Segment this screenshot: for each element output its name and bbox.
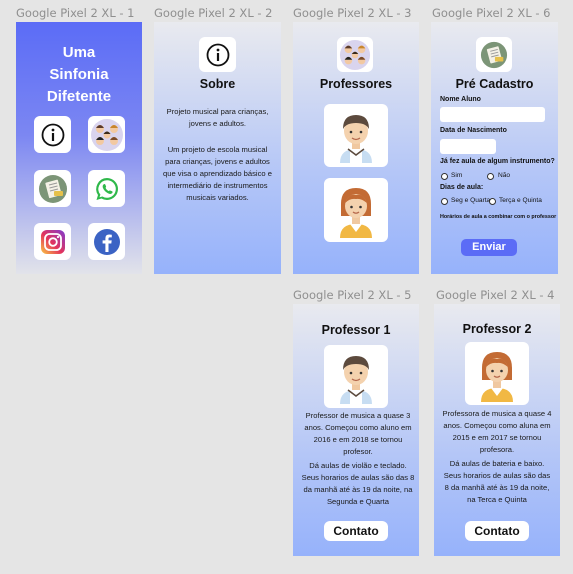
- artboard-label-3: Google Pixel 2 XL - 3: [293, 6, 412, 20]
- info-icon: [41, 123, 64, 146]
- teacher-2-screen: Professor 2 Professora de musica a quase…: [434, 304, 560, 556]
- radio-sim[interactable]: [441, 173, 448, 180]
- radio-terca-quinta[interactable]: [489, 198, 496, 205]
- radio-seg-quarta-label: Seg e Quarta: [451, 197, 491, 204]
- home-title-line3: Difetente: [46, 88, 112, 105]
- facebook-button[interactable]: [88, 223, 125, 260]
- contact-button[interactable]: Contato: [465, 521, 529, 541]
- artboard-label-5: Google Pixel 2 XL - 5: [293, 288, 412, 302]
- pre-register-screen: Pré Cadastro Nome Aluno Data de Nascimen…: [431, 22, 558, 274]
- days-label: Dias de aula:: [440, 184, 484, 191]
- schedule-note: Horários de aula a combinar com o profes…: [440, 214, 557, 220]
- teacher-2-avatar-tile: [465, 342, 529, 405]
- home-title-line1: Uma: [62, 44, 96, 61]
- name-input[interactable]: [440, 107, 545, 122]
- submit-button[interactable]: Enviar: [461, 239, 517, 256]
- male-teacher-avatar-icon: [340, 355, 372, 404]
- male-teacher-avatar-icon: [340, 114, 372, 163]
- about-info-tile: [199, 37, 236, 72]
- instagram-button[interactable]: [34, 223, 71, 260]
- about-paragraph-1: Projeto musical para crianças, jovens e …: [166, 107, 269, 128]
- contact-button[interactable]: Contato: [324, 521, 388, 541]
- home-title-line2: Sinfonia: [49, 66, 109, 83]
- name-label: Nome Aluno: [440, 96, 481, 103]
- teacher-1-screen: Professor 1 Professor de musica a quase …: [293, 304, 419, 556]
- about-paragraph-2: Um projeto de escola musical para crianç…: [163, 145, 272, 202]
- teachers-screen: Professores: [293, 22, 419, 274]
- whatsapp-icon: [95, 177, 118, 200]
- instrument-question: Já fez aula de algum instrumento?: [440, 158, 555, 165]
- page-title: Pré Cadastro: [455, 77, 534, 91]
- artboard-label-4: Google Pixel 2 XL - 4: [436, 288, 555, 302]
- teachers-button[interactable]: [88, 116, 125, 153]
- page-title: Professores: [319, 77, 393, 91]
- facebook-icon: [93, 228, 120, 255]
- page-title: Professor 1: [321, 323, 391, 337]
- teacher-1-bio: Professor de musica a quase 3 anos. Come…: [304, 411, 412, 456]
- teacher-1-card[interactable]: [324, 104, 388, 167]
- pre-register-icon-tile: [476, 37, 512, 72]
- birthdate-input[interactable]: [440, 139, 496, 154]
- home-title: Uma Sinfonia Difetente: [16, 42, 142, 108]
- birthdate-label: Data de Nascimento: [440, 127, 507, 134]
- artboard-label-6: Google Pixel 2 XL - 6: [432, 6, 551, 20]
- teacher-1-schedule: Dá aulas de violão e teclado. Seus horar…: [301, 461, 415, 506]
- teachers-group-icon: [339, 39, 371, 70]
- page-title: Professor 2: [462, 322, 532, 336]
- radio-nao-label: Não: [498, 172, 511, 179]
- artboard-label-2: Google Pixel 2 XL - 2: [154, 6, 273, 20]
- whatsapp-button[interactable]: [88, 170, 125, 207]
- teachers-group-icon: [90, 118, 123, 151]
- instagram-icon: [40, 229, 65, 254]
- page-title: Sobre: [199, 77, 236, 91]
- radio-sim-label: Sim: [451, 172, 463, 179]
- female-teacher-avatar-icon: [481, 351, 513, 402]
- teacher-2-card[interactable]: [324, 178, 388, 242]
- radio-seg-quarta[interactable]: [441, 198, 448, 205]
- about-screen: Sobre Projeto musical para crianças, jov…: [154, 22, 281, 274]
- teacher-1-avatar-tile: [324, 345, 388, 408]
- female-teacher-avatar-icon: [340, 188, 372, 238]
- artboard-label-1: Google Pixel 2 XL - 1: [16, 6, 135, 20]
- teacher-2-bio: Professora de musica a quase 4 anos. Com…: [442, 409, 552, 454]
- pre-register-button[interactable]: [34, 170, 71, 207]
- radio-nao[interactable]: [487, 173, 494, 180]
- pre-register-icon: [38, 174, 67, 203]
- teachers-icon-tile: [337, 37, 373, 72]
- home-screen: Uma Sinfonia Difetente: [16, 22, 142, 274]
- radio-terca-quinta-label: Terça e Quinta: [499, 197, 542, 204]
- pre-register-icon: [480, 41, 508, 68]
- teacher-2-schedule: Dá aulas de bateria e baixo. Seus horari…: [443, 459, 551, 504]
- info-button[interactable]: [34, 116, 71, 153]
- info-icon: [206, 43, 229, 66]
